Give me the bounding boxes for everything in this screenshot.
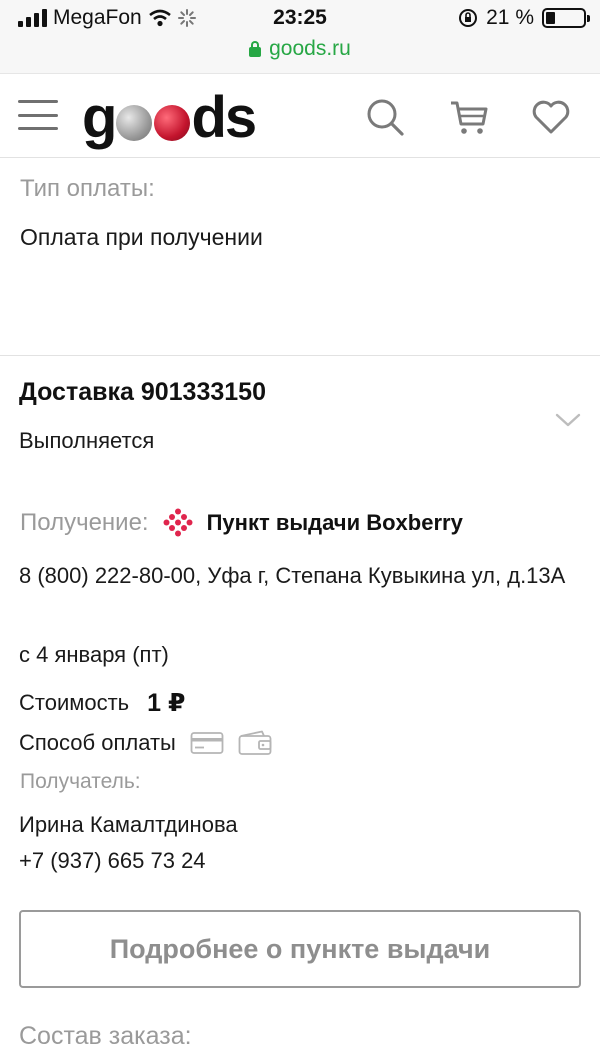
payment-type-section: Тип оплаты: Оплата при получении — [0, 158, 600, 356]
pickup-address: 8 (800) 222-80-00, Уфа г, Степана Кувыки… — [19, 563, 566, 588]
logo-silver-ball — [116, 105, 153, 141]
pickup-point-name: Пункт выдачи Boxberry — [206, 510, 463, 535]
orientation-lock-icon — [459, 9, 478, 27]
payment-type-label: Тип оплаты: — [20, 175, 155, 202]
wallet-icon — [238, 730, 272, 755]
battery-percent: 21 % — [486, 6, 534, 29]
url-domain: goods.ru — [269, 37, 351, 60]
goods-logo[interactable]: g ds — [82, 84, 257, 150]
logo-text-end: ds — [191, 84, 257, 150]
pickup-details-button[interactable]: Подробнее о пункте выдачи — [19, 910, 581, 988]
status-bar: MegaFon 23:25 21 % goods.ru — [0, 0, 600, 74]
logo-text-start: g — [82, 84, 117, 150]
recipient-name: Ирина Камалтдинова — [19, 812, 238, 837]
delivery-date: с 4 января (пт) — [19, 642, 169, 667]
payment-type-value: Оплата при получении — [20, 224, 263, 250]
recipient-phone[interactable]: +7 (937) 665 73 24 — [19, 848, 206, 874]
delivery-title: Доставка 901333150 — [19, 378, 266, 406]
receive-method-row: Получение: Пункт выдачи Boxberry — [20, 508, 463, 538]
boxberry-logo-icon — [163, 508, 193, 537]
receive-label: Получение: — [20, 509, 149, 536]
search-icon[interactable] — [364, 96, 406, 138]
delivery-cost-row: Стоимость 1 ₽ — [19, 688, 185, 718]
url-bar[interactable]: goods.ru — [0, 37, 600, 61]
site-header: g ds — [0, 74, 600, 158]
delivery-status: Выполняется — [19, 428, 155, 453]
chevron-down-icon[interactable] — [554, 406, 582, 434]
cart-icon[interactable] — [448, 96, 490, 138]
payment-method-row: Способ оплаты — [19, 730, 272, 756]
cost-label: Стоимость — [19, 690, 130, 715]
lock-icon — [249, 41, 262, 57]
battery-icon — [542, 8, 590, 28]
order-composition-label: Состав заказа: — [19, 1022, 192, 1050]
recipient-label: Получатель: — [20, 770, 141, 793]
payment-method-label: Способ оплаты — [19, 730, 176, 755]
heart-icon[interactable] — [530, 96, 572, 138]
menu-icon[interactable] — [18, 98, 58, 132]
cost-value: 1 ₽ — [147, 689, 186, 717]
logo-red-ball — [154, 105, 191, 141]
credit-card-icon — [190, 732, 224, 754]
battery-area: 21 % — [458, 6, 590, 30]
